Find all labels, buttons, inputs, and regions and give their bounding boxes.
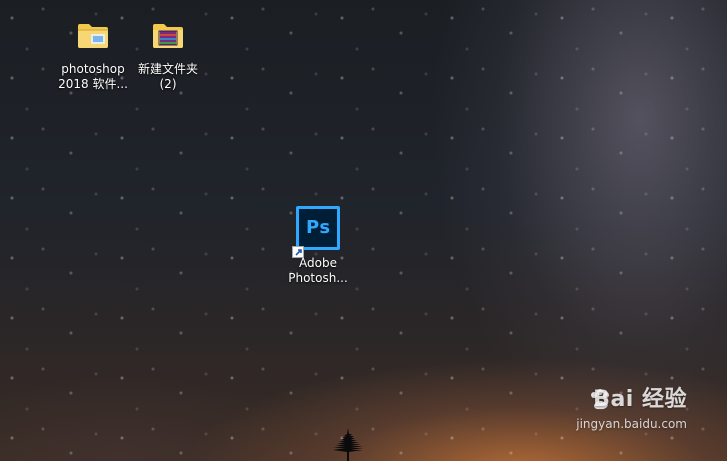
desktop-icon-new-folder-2[interactable]: 新建文件夹 (2) xyxy=(128,10,208,92)
watermark-brand-text: Bai 经验 xyxy=(593,387,687,412)
person-silhouette xyxy=(333,428,363,461)
photoshop-app-icon: Ps xyxy=(292,204,342,258)
desktop-icon-photoshop-2018-folder[interactable]: photoshop 2018 软件... xyxy=(53,10,133,92)
folder-icon xyxy=(69,10,117,58)
photoshop-logo-text: Ps xyxy=(306,217,331,238)
photoshop-logo: Ps xyxy=(296,206,340,250)
watermark-url-text: jingyan.baidu.com xyxy=(576,417,687,431)
shortcut-arrow-icon xyxy=(292,246,304,258)
desktop-icon-adobe-photoshop-shortcut[interactable]: Ps Adobe Photosh... xyxy=(278,204,358,286)
desktop-icon-label: Adobe Photosh... xyxy=(288,256,348,285)
desktop-icon-label: photoshop 2018 软件... xyxy=(58,62,128,91)
folder-archive-icon xyxy=(144,10,192,58)
desktop-icon-label: 新建文件夹 (2) xyxy=(137,62,198,91)
baidu-jingyan-watermark: Bai 经验 jingyan.baidu.com xyxy=(527,381,687,447)
